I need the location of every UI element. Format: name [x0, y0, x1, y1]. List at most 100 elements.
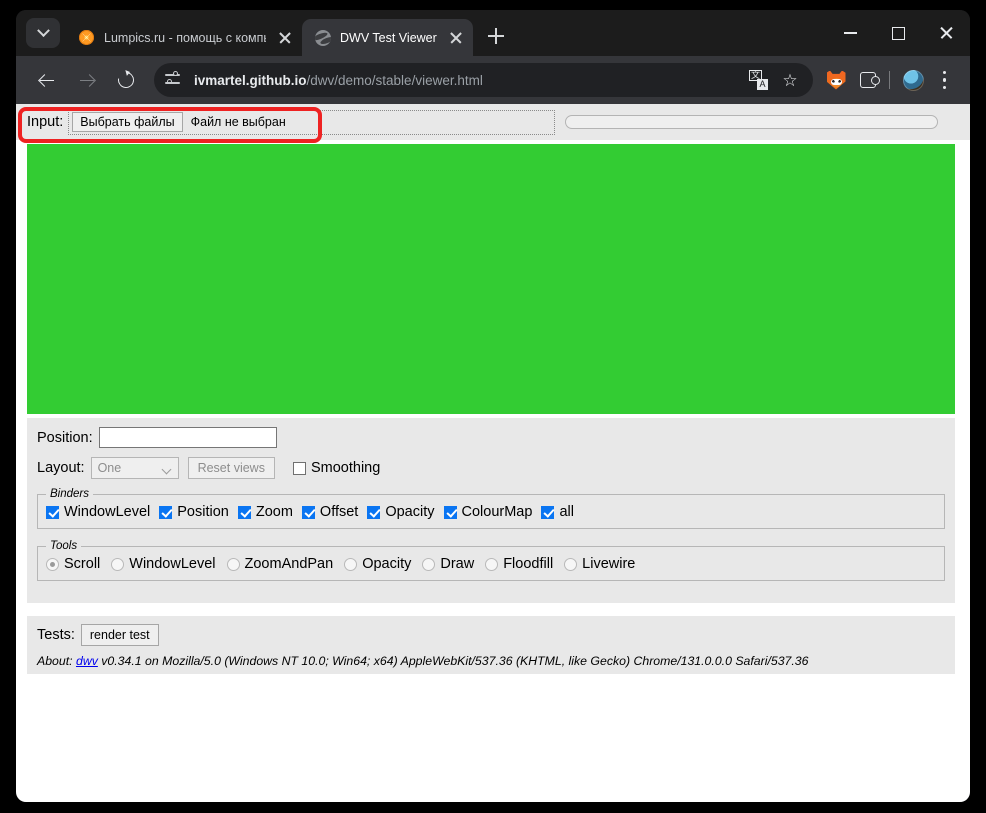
binder-label: Opacity	[385, 504, 435, 520]
tool-draw-radio[interactable]	[422, 557, 436, 571]
binder-windowlevel-checkbox[interactable]	[46, 505, 59, 519]
tools-fieldset: Tools Scroll WindowLevel ZoomAndPan Opac…	[37, 540, 945, 581]
metamask-extension-button[interactable]	[821, 65, 851, 95]
smoothing-checkbox[interactable]	[292, 461, 306, 475]
tool-floodfill[interactable]: Floodfill	[485, 556, 553, 572]
tool-label: Scroll	[64, 556, 101, 572]
tab-strip: Lumpics.ru - помощь с компью DWV Test Vi…	[16, 10, 970, 56]
bookmark-button[interactable]: ☆	[775, 65, 805, 95]
address-bar[interactable]: ivmartel.github.io/dwv/demo/stable/viewe…	[154, 63, 813, 97]
browser-toolbar: ivmartel.github.io/dwv/demo/stable/viewe…	[16, 56, 970, 104]
tool-scroll[interactable]: Scroll	[46, 556, 100, 572]
binder-windowlevel[interactable]: WindowLevel	[46, 504, 150, 520]
profile-button[interactable]	[898, 65, 928, 95]
binder-label: WindowLevel	[64, 504, 151, 520]
load-progress-bar	[565, 115, 939, 129]
url-path: /dwv/demo/stable/viewer.html	[306, 72, 483, 88]
binder-position[interactable]: Position	[159, 504, 229, 520]
close-icon[interactable]	[922, 10, 970, 56]
tool-floodfill-radio[interactable]	[485, 557, 499, 571]
dicom-render-canvas[interactable]	[27, 144, 955, 414]
maximize-icon[interactable]	[874, 10, 922, 56]
browser-menu-button[interactable]	[930, 65, 960, 95]
binder-offset-checkbox[interactable]	[301, 505, 315, 519]
page-viewport: Input: Выбрать файлы Файл не выбран Posi…	[16, 104, 970, 802]
extensions-button[interactable]	[853, 65, 883, 95]
about-prefix: About:	[37, 654, 73, 668]
browser-window: Lumpics.ru - помощь с компью DWV Test Vi…	[16, 10, 970, 802]
tool-label: Opacity	[362, 556, 412, 572]
reload-button[interactable]	[110, 64, 142, 96]
binder-all-checkbox[interactable]	[541, 505, 555, 519]
tool-zoomandpan[interactable]: ZoomAndPan	[226, 556, 333, 572]
chevron-down-icon	[36, 23, 50, 37]
page-settings-icon[interactable]	[162, 69, 184, 91]
tool-label: Draw	[440, 556, 475, 572]
translate-icon	[749, 70, 768, 90]
dwv-link[interactable]: dwv	[76, 654, 98, 668]
layout-label: Layout:	[37, 460, 85, 476]
reload-icon	[114, 68, 138, 92]
puzzle-icon	[860, 72, 880, 88]
tests-panel: Tests: render test About: dwv v0.34.1 on…	[27, 616, 955, 674]
smoothing-checkbox-group[interactable]: Smoothing	[292, 460, 381, 476]
tab-search-button[interactable]	[26, 18, 60, 48]
tool-windowlevel[interactable]: WindowLevel	[111, 556, 216, 572]
fox-icon	[826, 70, 846, 90]
tab-title: DWV Test Viewer	[340, 30, 437, 45]
reset-views-button[interactable]: Reset views	[187, 457, 275, 479]
tools-legend: Tools	[50, 540, 78, 552]
binder-colourmap-checkbox[interactable]	[443, 505, 457, 519]
binder-label: Offset	[319, 504, 359, 520]
input-label: Input:	[27, 114, 64, 130]
url-host: ivmartel.github.io	[194, 72, 307, 88]
arrow-right-icon	[79, 73, 94, 88]
back-button[interactable]	[30, 64, 62, 96]
tool-zoomandpan-radio[interactable]	[226, 557, 240, 571]
close-icon[interactable]	[445, 27, 467, 49]
tool-windowlevel-radio[interactable]	[111, 557, 125, 571]
minimize-icon[interactable]	[826, 10, 874, 56]
tool-scroll-radio[interactable]	[46, 557, 59, 571]
position-input[interactable]	[98, 427, 277, 448]
binder-label: Position	[177, 504, 229, 520]
tool-label: Livewire	[582, 556, 636, 572]
tool-livewire[interactable]: Livewire	[564, 556, 635, 572]
input-toolbar: Input: Выбрать файлы Файл не выбран	[16, 104, 970, 140]
progress-container	[565, 115, 939, 129]
tests-label: Tests:	[37, 627, 75, 643]
binder-opacity-checkbox[interactable]	[367, 505, 381, 519]
smoothing-label: Smoothing	[310, 460, 381, 476]
binders-list: WindowLevel Position Zoom Offset Opacity…	[46, 504, 936, 520]
render-test-button[interactable]: render test	[80, 624, 159, 646]
forward-button[interactable]	[70, 64, 102, 96]
input-group: Input: Выбрать файлы Файл не выбран	[27, 109, 556, 135]
file-input[interactable]: Выбрать файлы Файл не выбран	[68, 109, 556, 135]
tab-dwv-test-viewer[interactable]: DWV Test Viewer	[302, 19, 473, 56]
arrow-left-icon	[39, 73, 54, 88]
binder-offset[interactable]: Offset	[301, 504, 359, 520]
avatar-icon	[902, 69, 924, 91]
plus-icon[interactable]	[481, 21, 511, 51]
controls-panel: Position: Layout: One Reset views Smooth…	[27, 418, 955, 603]
binder-opacity[interactable]: Opacity	[367, 504, 435, 520]
binder-zoom-checkbox[interactable]	[237, 505, 251, 519]
layout-select-value: One	[97, 461, 122, 475]
tool-opacity[interactable]: Opacity	[344, 556, 411, 572]
close-icon[interactable]	[274, 27, 296, 49]
translate-button[interactable]	[743, 65, 773, 95]
binder-label: all	[559, 504, 574, 520]
binder-zoom[interactable]: Zoom	[237, 504, 293, 520]
layout-row: Layout: One Reset views Smoothing	[37, 457, 945, 479]
tool-draw[interactable]: Draw	[422, 556, 474, 572]
binder-all[interactable]: all	[541, 504, 574, 520]
binder-colourmap[interactable]: ColourMap	[443, 504, 532, 520]
tab-lumpics[interactable]: Lumpics.ru - помощь с компью	[66, 19, 302, 56]
choose-files-button[interactable]: Выбрать файлы	[72, 112, 183, 132]
layout-select[interactable]: One	[90, 457, 179, 479]
chevron-down-icon	[161, 464, 172, 475]
tools-list: Scroll WindowLevel ZoomAndPan Opacity Dr…	[46, 556, 936, 572]
tool-opacity-radio[interactable]	[344, 557, 358, 571]
binder-position-checkbox[interactable]	[159, 505, 173, 519]
tool-livewire-radio[interactable]	[564, 557, 578, 571]
